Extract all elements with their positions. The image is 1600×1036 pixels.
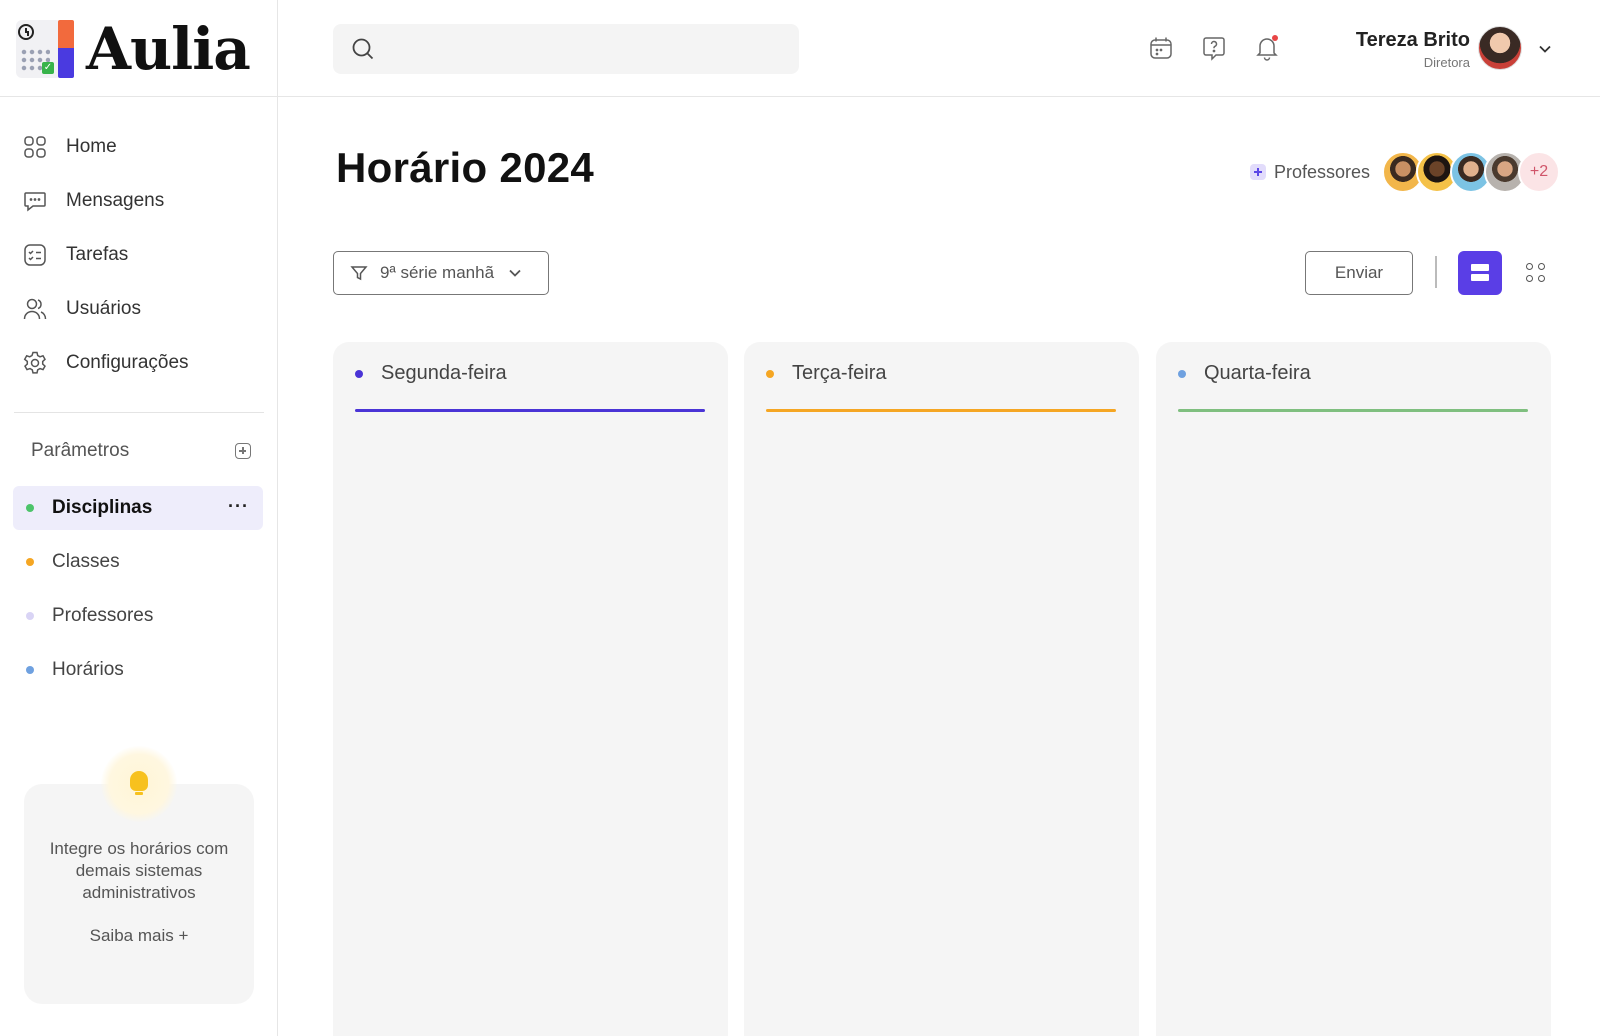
nav-item-mensagens[interactable]: Mensagens bbox=[22, 174, 262, 228]
header-divider bbox=[0, 96, 1600, 97]
send-button[interactable]: Enviar bbox=[1305, 251, 1413, 295]
status-dot bbox=[355, 369, 363, 378]
param-item-professores[interactable]: Professores bbox=[13, 594, 263, 638]
divider bbox=[1435, 256, 1437, 288]
status-dot bbox=[1178, 369, 1186, 378]
search-bar bbox=[333, 24, 799, 74]
status-dot bbox=[26, 666, 34, 674]
teacher-avatars: +2 bbox=[1382, 151, 1561, 193]
params-title: Parâmetros bbox=[31, 440, 130, 461]
main-nav: Home Mensagens Tarefas Usuários Configur… bbox=[22, 120, 262, 390]
param-label: Classes bbox=[52, 551, 120, 572]
notification-dot bbox=[1272, 35, 1278, 41]
list-view-icon[interactable] bbox=[1458, 251, 1502, 295]
teachers-label[interactable]: Professores bbox=[1274, 162, 1370, 183]
nav-label: Usuários bbox=[66, 298, 141, 319]
day-underline bbox=[355, 409, 705, 412]
nav-label: Mensagens bbox=[66, 190, 165, 211]
schedule-board: Segunda-feira Terça-feira Quarta-feira bbox=[333, 342, 1551, 1036]
calendar-icon[interactable] bbox=[1147, 34, 1175, 62]
app-name: Aulia bbox=[86, 15, 251, 83]
day-name: Quarta-feira bbox=[1204, 362, 1311, 384]
nav-label: Tarefas bbox=[66, 244, 129, 265]
day-column: Segunda-feira bbox=[333, 342, 728, 1036]
page-title: Horário 2024 bbox=[336, 144, 595, 191]
param-item-horarios[interactable]: Horários bbox=[13, 648, 263, 692]
params-list: Disciplinas ··· Classes Professores Horá… bbox=[13, 486, 263, 702]
param-label: Disciplinas bbox=[52, 497, 153, 518]
divider bbox=[14, 412, 264, 413]
day-column: Terça-feira bbox=[744, 342, 1139, 1036]
param-label: Professores bbox=[52, 605, 154, 626]
users-icon bbox=[23, 298, 47, 320]
avatar bbox=[1478, 26, 1522, 70]
sidebar: ✓ Aulia Home Mensagens Tarefas Usuários … bbox=[0, 0, 278, 1036]
promo-text: Integre os horários com demais sistemas … bbox=[49, 839, 229, 902]
lightbulb-icon bbox=[101, 746, 177, 822]
chevron-down-icon bbox=[508, 266, 522, 280]
nav-item-tarefas[interactable]: Tarefas bbox=[22, 228, 262, 282]
params-header: Parâmetros bbox=[31, 440, 251, 462]
grid-view-icon[interactable] bbox=[1526, 263, 1546, 283]
app-logo[interactable]: ✓ Aulia bbox=[14, 15, 251, 83]
user-role: Diretora bbox=[1423, 55, 1470, 70]
grid-icon bbox=[24, 136, 46, 158]
day-name: Terça-feira bbox=[792, 362, 887, 384]
day-name: Segunda-feira bbox=[381, 362, 507, 384]
user-name: Tereza Brito bbox=[1355, 29, 1470, 51]
logo-icon: ✓ bbox=[14, 18, 76, 80]
help-chat-icon[interactable] bbox=[1200, 34, 1228, 62]
nav-item-home[interactable]: Home bbox=[22, 120, 262, 174]
user-menu[interactable]: Tereza Brito Diretora bbox=[1330, 26, 1560, 72]
search-icon bbox=[352, 38, 374, 60]
day-underline bbox=[1178, 409, 1528, 412]
add-teacher-icon[interactable] bbox=[1250, 164, 1266, 180]
filter-icon bbox=[350, 264, 368, 282]
filter-label: 9ª série manhã bbox=[380, 263, 495, 282]
bell-icon[interactable] bbox=[1253, 34, 1281, 62]
chevron-down-icon bbox=[1538, 42, 1552, 56]
param-item-classes[interactable]: Classes bbox=[13, 540, 263, 584]
status-dot bbox=[766, 369, 774, 378]
nav-item-usuarios[interactable]: Usuários bbox=[22, 282, 262, 336]
status-dot bbox=[26, 558, 34, 566]
add-param-icon[interactable] bbox=[235, 443, 251, 459]
search-input[interactable] bbox=[389, 24, 789, 74]
param-label: Horários bbox=[52, 659, 124, 680]
more-teachers-badge[interactable]: +2 bbox=[1518, 151, 1561, 193]
class-filter-dropdown[interactable]: 9ª série manhã bbox=[333, 251, 549, 295]
chat-icon bbox=[24, 192, 46, 212]
learn-more-link[interactable]: Saiba mais + bbox=[24, 926, 254, 946]
tasks-icon bbox=[24, 244, 46, 266]
promo-card: Integre os horários com demais sistemas … bbox=[24, 746, 254, 1004]
nav-label: Home bbox=[66, 136, 117, 157]
more-options-icon[interactable]: ··· bbox=[228, 496, 249, 517]
day-underline bbox=[766, 409, 1116, 412]
gear-icon bbox=[23, 351, 46, 374]
day-column: Quarta-feira bbox=[1156, 342, 1551, 1036]
status-dot bbox=[26, 612, 34, 620]
nav-item-configuracoes[interactable]: Configurações bbox=[22, 336, 262, 390]
status-dot bbox=[26, 504, 34, 512]
nav-label: Configurações bbox=[66, 352, 189, 373]
teachers-group: Professores +2 bbox=[1250, 150, 1561, 194]
param-item-disciplinas[interactable]: Disciplinas ··· bbox=[13, 486, 263, 530]
